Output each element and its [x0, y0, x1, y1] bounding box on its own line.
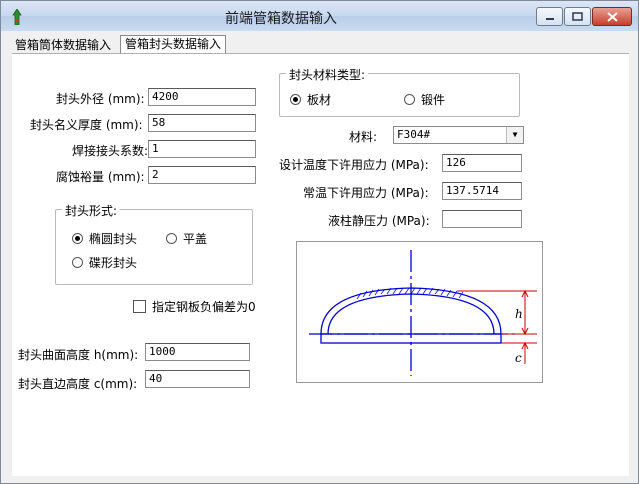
dim-h-label: h	[515, 307, 523, 321]
dimension-lines	[457, 289, 537, 364]
title-bar: 前端管箱数据输入	[1, 1, 638, 31]
material-select[interactable]: F304# ▼	[393, 126, 524, 144]
maximize-button[interactable]	[564, 7, 591, 26]
radio-dished[interactable]: 碟形封头	[72, 254, 137, 271]
material-type-group: 封头材料类型: 板材 锻件	[279, 66, 520, 117]
tab-head-data[interactable]: 管箱封头数据输入	[120, 35, 227, 54]
minimize-icon	[545, 17, 554, 20]
head-form-title: 封头形式:	[62, 202, 121, 219]
radio-dished-dot	[72, 257, 83, 268]
head-form-group: 封头形式: 椭圆封头 平盖 碟形封头	[55, 202, 253, 285]
liquid-pressure-input[interactable]	[442, 210, 522, 228]
tab-shell-data[interactable]: 管箱筒体数据输入	[11, 37, 115, 53]
nominal-thickness-label: 封头名义厚度 (mm):	[30, 118, 143, 132]
weld-coefficient-label: 焊接接头系数:	[72, 144, 149, 158]
design-stress-label: 设计温度下许用应力 (MPa):	[279, 158, 429, 172]
corrosion-allowance-label: 腐蚀裕量 (mm):	[56, 170, 145, 184]
app-window: 前端管箱数据输入 管箱筒体数据输入 管箱封头数据输入 封头外径 (mm): 42…	[0, 0, 639, 484]
window-title: 前端管箱数据输入	[225, 11, 337, 27]
corrosion-allowance-input[interactable]: 2	[148, 166, 256, 184]
radio-ellipsoidal[interactable]: 椭圆封头	[72, 230, 137, 247]
material-label: 材料:	[349, 130, 378, 144]
dim-c-label: c	[515, 351, 522, 365]
head-diagram: h c	[296, 241, 543, 383]
chevron-down-icon[interactable]: ▼	[506, 127, 523, 143]
room-stress-label: 常温下许用应力 (MPa):	[303, 186, 429, 200]
neg-deviation-label: 指定钢板负偏差为0	[152, 300, 256, 314]
outer-diameter-label: 封头外径 (mm):	[56, 92, 145, 106]
radio-flat-cover-dot	[166, 233, 177, 244]
minimize-button[interactable]	[536, 7, 563, 26]
radio-forging[interactable]: 锻件	[404, 91, 445, 108]
material-select-value: F304#	[397, 128, 431, 141]
neg-deviation-checkbox[interactable]: 指定钢板负偏差为0	[133, 298, 256, 315]
room-stress-input[interactable]: 137.5714	[442, 182, 522, 200]
curve-height-label: 封头曲面高度 h(mm):	[18, 348, 139, 362]
radio-plate[interactable]: 板材	[290, 91, 331, 108]
radio-forging-label: 锻件	[421, 93, 446, 107]
close-button[interactable]	[592, 7, 632, 26]
radio-forging-dot	[404, 94, 415, 105]
close-icon	[606, 11, 618, 22]
radio-plate-label: 板材	[307, 93, 332, 107]
radio-plate-dot	[290, 94, 301, 105]
straight-height-label: 封头直边高度 c(mm):	[18, 377, 138, 391]
head-diagram-svg: h c	[309, 250, 537, 376]
liquid-pressure-label: 液柱静压力 (MPa):	[328, 214, 430, 228]
tab-panel: 封头外径 (mm): 4200 封头名义厚度 (mm): 58 焊接接头系数: …	[12, 53, 629, 476]
nominal-thickness-input[interactable]: 58	[148, 114, 256, 132]
radio-flat-cover[interactable]: 平盖	[166, 230, 207, 247]
radio-ellipsoidal-label: 椭圆封头	[89, 232, 138, 246]
straight-height-input[interactable]: 40	[145, 370, 250, 388]
neg-deviation-check-box[interactable]	[133, 300, 146, 313]
design-stress-input[interactable]: 126	[442, 154, 522, 172]
weld-coefficient-input[interactable]: 1	[148, 140, 256, 158]
radio-dished-label: 碟形封头	[89, 256, 138, 270]
radio-flat-cover-label: 平盖	[183, 232, 208, 246]
radio-ellipsoidal-dot	[72, 233, 83, 244]
client-area: 管箱筒体数据输入 管箱封头数据输入 封头外径 (mm): 4200 封头名义厚度…	[6, 31, 633, 478]
material-type-title: 封头材料类型:	[286, 66, 369, 83]
outer-diameter-input[interactable]: 4200	[148, 88, 256, 106]
curve-height-input[interactable]: 1000	[145, 343, 250, 361]
maximize-icon	[572, 12, 583, 21]
